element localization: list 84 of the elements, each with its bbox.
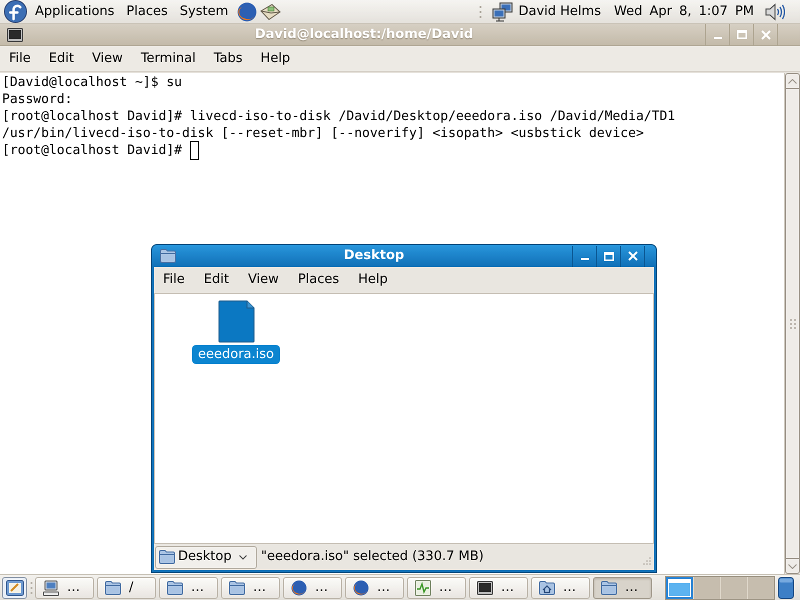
menu-item[interactable]: Edit: [40, 46, 83, 70]
chevron-down-icon: [788, 564, 797, 568]
task-label: …: [191, 578, 204, 597]
maximize-icon: [736, 30, 746, 39]
desktop-icon: [6, 580, 24, 596]
close-icon: [628, 251, 638, 261]
show-desktop-button[interactable]: [2, 576, 27, 598]
file-icon[interactable]: [218, 300, 254, 343]
menu-item[interactable]: View: [238, 268, 288, 292]
menu-item[interactable]: View: [82, 46, 132, 70]
envelope-icon[interactable]: [260, 2, 282, 20]
drag-handle-icon: [479, 4, 482, 18]
terminal-icon[interactable]: [7, 28, 23, 42]
minimize-icon: [714, 36, 722, 38]
location-label: Desktop: [178, 548, 232, 566]
rounded-tile-icon[interactable]: [778, 576, 794, 598]
task-button[interactable]: …: [283, 576, 342, 598]
terminal-line: [root@localhost David]#: [2, 142, 182, 159]
resize-grip-icon[interactable]: [641, 557, 651, 567]
status-text: "eeedora.iso" selected (330.7 MB): [261, 548, 484, 566]
menu-item[interactable]: Help: [348, 268, 398, 292]
workspace-button[interactable]: [666, 576, 693, 598]
task-button[interactable]: …: [593, 576, 652, 598]
globe-icon: [291, 580, 307, 596]
terminal-line: Password:: [2, 91, 72, 108]
folder-icon: [601, 580, 617, 594]
task-label: …: [67, 578, 80, 597]
computer-icon: [43, 580, 59, 596]
folder-icon: [159, 550, 175, 564]
location-dropdown[interactable]: Desktop: [155, 546, 257, 568]
chevron-down-icon: [238, 554, 247, 560]
task-button[interactable]: /: [97, 576, 156, 598]
task-label: …: [563, 578, 576, 597]
folder-icon: [160, 249, 176, 263]
monitor-graph-icon: [415, 580, 431, 596]
task-label: /: [129, 578, 134, 597]
window-title: David@localhost:/home/David: [254, 26, 474, 44]
panel-menu[interactable]: System: [174, 0, 234, 24]
menu-item[interactable]: File: [154, 268, 194, 292]
minimize-icon: [580, 258, 588, 260]
folder-icon: [105, 580, 121, 594]
home-folder-icon: [539, 580, 555, 594]
globe-icon: [353, 580, 369, 596]
task-button[interactable]: …: [159, 576, 218, 598]
task-button[interactable]: …: [35, 576, 94, 598]
terminal-icon: [477, 580, 493, 594]
task-button[interactable]: …: [345, 576, 404, 598]
task-label: …: [253, 578, 266, 597]
clock[interactable]: Wed Apr 8, 1:07 PM: [614, 2, 754, 22]
network-icon[interactable]: [492, 2, 514, 22]
menu-item[interactable]: File: [0, 46, 40, 70]
task-button[interactable]: …: [407, 576, 466, 598]
menu-item[interactable]: Help: [252, 46, 300, 70]
folder-icon: [229, 580, 245, 594]
panel-menu[interactable]: Applications: [29, 0, 120, 24]
maximize-icon: [604, 252, 614, 260]
terminal-line: [root@localhost David]# livecd-iso-to-disk /David/Desktop/eeedora.iso /David/Media/TD1: [2, 108, 676, 125]
task-label: …: [501, 578, 514, 597]
folder-icon: [167, 580, 183, 594]
user-name[interactable]: David Helms: [516, 2, 603, 22]
menu-item[interactable]: Tabs: [204, 46, 252, 70]
terminal-line: /usr/bin/livecd-iso-to-disk [--reset-mbr] [--noverify] <isopath> <usbstick device>: [2, 125, 644, 142]
speaker-icon[interactable]: [765, 2, 785, 20]
chevron-up-icon: [788, 78, 797, 84]
window-icon: [668, 578, 691, 596]
task-label: …: [315, 578, 328, 597]
globe-icon[interactable]: [237, 2, 258, 22]
task-label: …: [377, 578, 390, 597]
menu-item[interactable]: Terminal: [132, 46, 205, 70]
drag-handle-icon: [30, 580, 33, 594]
menu-item[interactable]: Places: [288, 268, 349, 292]
logo-icon[interactable]: [4, 0, 27, 23]
task-label: …: [625, 578, 638, 597]
terminal-line: [David@localhost ~]$ su: [2, 74, 182, 91]
close-icon: [760, 30, 770, 40]
task-label: …: [439, 578, 452, 597]
window-title: Desktop: [344, 247, 404, 266]
task-button[interactable]: …: [469, 576, 528, 598]
panel-menu[interactable]: Places: [120, 0, 174, 24]
task-button[interactable]: …: [221, 576, 280, 598]
task-button[interactable]: …: [531, 576, 590, 598]
file-name[interactable]: eeedora.iso: [192, 345, 280, 364]
grip-icon: [790, 318, 796, 328]
menu-item[interactable]: Edit: [194, 268, 238, 292]
